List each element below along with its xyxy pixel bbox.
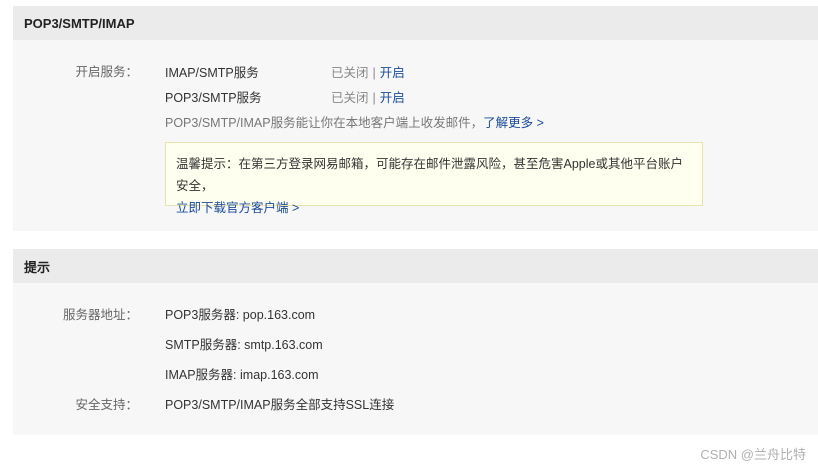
pop3-smtp-imap-section: POP3/SMTP/IMAP 开启服务： IMAP/SMTP服务 已关闭 | 开启 … bbox=[13, 6, 818, 231]
status-text: 已关闭 bbox=[331, 91, 369, 105]
security-support-value: POP3/SMTP/IMAP服务全部支持SSL连接 bbox=[165, 398, 395, 412]
open-service-label: 开启服务： bbox=[75, 65, 138, 79]
security-notice: 温馨提示：在第三方登录网易邮箱，可能存在邮件泄露风险，甚至危害Apple或其他平… bbox=[165, 142, 703, 215]
smtp-server: SMTP服务器: smtp.163.com bbox=[165, 338, 323, 352]
enable-pop3-smtp-link[interactable]: 开启 bbox=[380, 91, 405, 105]
security-support-label: 安全支持： bbox=[75, 398, 138, 412]
service-status-pop3-smtp: 已关闭 | 开启 bbox=[331, 89, 405, 107]
download-client-link[interactable]: 立即下载官方客户端 > bbox=[176, 201, 299, 215]
notice-text: 温馨提示：在第三方登录网易邮箱，可能存在邮件泄露风险，甚至危害Apple或其他平… bbox=[176, 157, 683, 193]
service-name-pop3-smtp: POP3/SMTP服务 bbox=[165, 91, 262, 105]
service-status-imap-smtp: 已关闭 | 开启 bbox=[331, 64, 405, 82]
section-title: 提示 bbox=[13, 249, 818, 283]
separator: | bbox=[372, 66, 376, 80]
server-address-label: 服务器地址： bbox=[62, 308, 138, 322]
learn-more-link[interactable]: 了解更多 > bbox=[483, 116, 544, 130]
pop3-server: POP3服务器: pop.163.com bbox=[165, 308, 316, 322]
service-description: POP3/SMTP/IMAP服务能让你在本地客户端上收发邮件，了解更多 > bbox=[165, 114, 544, 132]
tips-section: 提示 服务器地址： POP3服务器: pop.163.com SMTP服务器: … bbox=[13, 249, 818, 435]
service-name-imap-smtp: IMAP/SMTP服务 bbox=[165, 66, 259, 80]
watermark: CSDN @兰舟比特 bbox=[700, 447, 806, 462]
status-text: 已关闭 bbox=[331, 66, 369, 80]
enable-imap-smtp-link[interactable]: 开启 bbox=[380, 66, 405, 80]
separator: | bbox=[372, 91, 376, 105]
description-text: POP3/SMTP/IMAP服务能让你在本地客户端上收发邮件， bbox=[165, 116, 484, 130]
imap-server: IMAP服务器: imap.163.com bbox=[165, 368, 319, 382]
section-title: POP3/SMTP/IMAP bbox=[13, 6, 818, 40]
